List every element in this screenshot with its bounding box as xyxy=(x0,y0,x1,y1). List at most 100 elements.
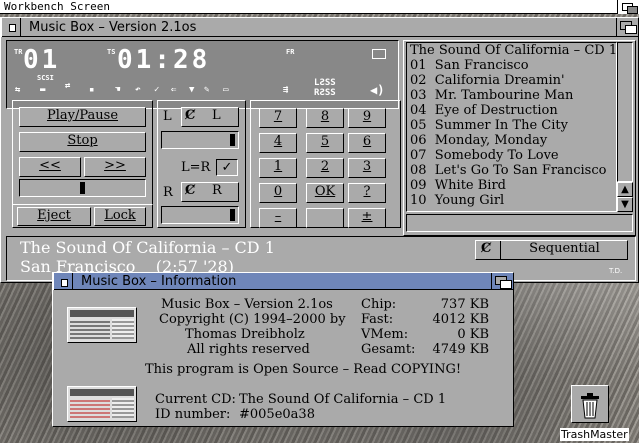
left-cycle-label: L xyxy=(212,108,221,123)
keypad-key[interactable]: 0 xyxy=(259,183,297,203)
trashmaster-icon[interactable]: TrashMaster xyxy=(560,385,638,443)
memory-label: Chip: xyxy=(361,297,397,312)
cd-thumbnail xyxy=(67,386,137,422)
lock-icon: ▪ xyxy=(89,85,95,95)
play-pause-button[interactable]: Play/Pause xyxy=(19,107,146,127)
display-icon: ▭ xyxy=(223,85,229,95)
playlist-track[interactable]: 08 Let's Go To San Francisco xyxy=(410,163,606,178)
shuffle-icon: ⇄ xyxy=(65,81,71,91)
info-copyright: Copyright (C) 1994–2000 by xyxy=(159,312,346,327)
info-title-bar[interactable]: Music Box – Information xyxy=(53,273,513,290)
keypad-key[interactable]: 3 xyxy=(348,158,386,178)
fr-label: FR xyxy=(286,48,295,56)
screen-depth-gadget[interactable] xyxy=(617,0,639,14)
keypad-key[interactable] xyxy=(306,208,344,228)
trash-icon xyxy=(571,385,609,423)
keypad-key-label: 2 xyxy=(320,159,330,174)
cycle-icon: Ȼ xyxy=(185,108,196,123)
playlist-track[interactable]: 02 California Dreamin' xyxy=(410,73,565,88)
playlist-track[interactable]: 09 White Bird xyxy=(410,178,506,193)
memory-value: 4749 KB xyxy=(432,342,489,357)
eject-button[interactable]: Eject xyxy=(17,207,91,226)
playlist-scrollbar[interactable]: ▲ ▼ xyxy=(617,42,633,212)
right-channel-cycle[interactable]: Ȼ R xyxy=(181,182,239,202)
arrow-icon: ⇐ xyxy=(171,85,177,95)
memory-value: 4012 KB xyxy=(432,312,489,327)
keypad-key[interactable]: ? xyxy=(348,183,386,203)
time-display: 01:28 xyxy=(117,45,211,75)
position-knob[interactable] xyxy=(80,182,85,194)
scroll-up-arrow[interactable]: ▲ xyxy=(617,182,633,197)
scroll-down-arrow[interactable]: ▼ xyxy=(617,197,633,212)
main-title-bar[interactable]: Music Box – Version 2.1os xyxy=(1,18,638,37)
left-volume-knob[interactable] xyxy=(230,134,235,146)
keypad-key[interactable]: 6 xyxy=(348,133,386,153)
keypad-key[interactable]: 5 xyxy=(306,133,344,153)
playlist-track[interactable]: 04 Eye of Destruction xyxy=(410,103,558,118)
forward-label: >> xyxy=(104,158,126,173)
scroll-track[interactable] xyxy=(617,42,633,182)
playlist-input[interactable] xyxy=(406,214,633,232)
playlist-track[interactable]: 07 Somebody To Love xyxy=(410,148,559,163)
playlist-track[interactable]: 10 Young Girl xyxy=(410,193,504,208)
playlist[interactable]: The Sound Of California – CD 1: 01 San F… xyxy=(406,42,621,212)
playlist-track[interactable]: 03 Mr. Tambourine Man xyxy=(410,88,573,103)
memory-label: Gesamt: xyxy=(361,342,416,357)
lock-button[interactable]: Lock xyxy=(94,207,146,226)
information-window: Music Box – Information Music Box – Vers… xyxy=(52,272,514,427)
keypad-key[interactable]: 4 xyxy=(259,133,297,153)
keypad-key[interactable]: 7 xyxy=(259,108,297,128)
keypad-key-label: 8 xyxy=(320,109,330,124)
left-volume-slider[interactable] xyxy=(161,131,239,149)
depth-gadget[interactable] xyxy=(616,18,638,37)
check-icon: ✓ xyxy=(154,85,160,95)
playlist-track[interactable]: 05 Summer In The City xyxy=(410,118,568,133)
lsss-bottom: RƧSS xyxy=(314,88,336,98)
right-volume-slider[interactable] xyxy=(161,206,239,224)
keypad-key[interactable]: 8 xyxy=(306,108,344,128)
info-program-name: Music Box – Version 2.1os xyxy=(161,297,333,312)
play-mode-cycle[interactable]: Ȼ Sequential xyxy=(475,240,628,260)
edit-icon: ✎ xyxy=(204,85,210,95)
keypad-key[interactable]: ± xyxy=(348,208,386,228)
info-close-gadget[interactable] xyxy=(53,273,73,290)
memory-value: 737 KB xyxy=(440,297,489,312)
keypad-key-label: 1 xyxy=(273,159,283,174)
lsss-top: LƧSS xyxy=(314,78,336,88)
keypad-key-label: 4 xyxy=(273,134,283,149)
memory-label: VMem: xyxy=(361,327,409,342)
right-volume-knob[interactable] xyxy=(230,209,235,221)
forward-button[interactable]: >> xyxy=(84,157,146,177)
cycle-icon: Ȼ xyxy=(481,241,492,256)
keypad-key-label: ? xyxy=(363,184,371,199)
position-slider[interactable] xyxy=(19,179,146,197)
lcd-display: TR 01 TS 01:28 FR SCSI ⇆ ▬ ⇄ ▪ ☚ ↶ ✓ ⇐ ▼… xyxy=(6,40,399,109)
keypad-key-label: 6 xyxy=(362,134,372,149)
id-number-value: #005e0a38 xyxy=(239,407,315,422)
cycle-icon: Ȼ xyxy=(185,183,196,198)
keypad-key[interactable]: – xyxy=(259,208,297,228)
stop-button[interactable]: Stop xyxy=(19,132,146,152)
playlist-track[interactable]: 01 San Francisco xyxy=(410,58,529,73)
keypad-key[interactable]: 1 xyxy=(259,158,297,178)
keypad-key[interactable]: 9 xyxy=(348,108,386,128)
info-author: Thomas Dreibholz xyxy=(185,327,305,342)
lr-link-checkbox[interactable]: ✓ xyxy=(216,159,238,176)
keypad-key-label: 9 xyxy=(362,109,372,124)
right-channel-label: R xyxy=(163,185,173,200)
workbench-title: Workbench Screen xyxy=(4,0,110,13)
left-channel-cycle[interactable]: Ȼ L xyxy=(181,107,239,127)
speaker-icon: ◀) xyxy=(370,83,385,97)
close-gadget[interactable] xyxy=(1,18,21,37)
memory-label: Fast: xyxy=(361,312,394,327)
hand-icon: ☚ xyxy=(115,85,121,95)
keypad-key[interactable]: 2 xyxy=(306,158,344,178)
keypad-key-label: 5 xyxy=(320,134,330,149)
rewind-button[interactable]: << xyxy=(19,157,81,177)
keypad-key-label: ± xyxy=(361,209,373,224)
keypad-key[interactable]: OK xyxy=(306,183,344,203)
playlist-header: The Sound Of California – CD 1: xyxy=(410,43,622,58)
info-depth-gadget[interactable] xyxy=(491,273,513,290)
memory-value: 0 KB xyxy=(457,327,489,342)
playlist-track[interactable]: 06 Monday, Monday xyxy=(410,133,547,148)
